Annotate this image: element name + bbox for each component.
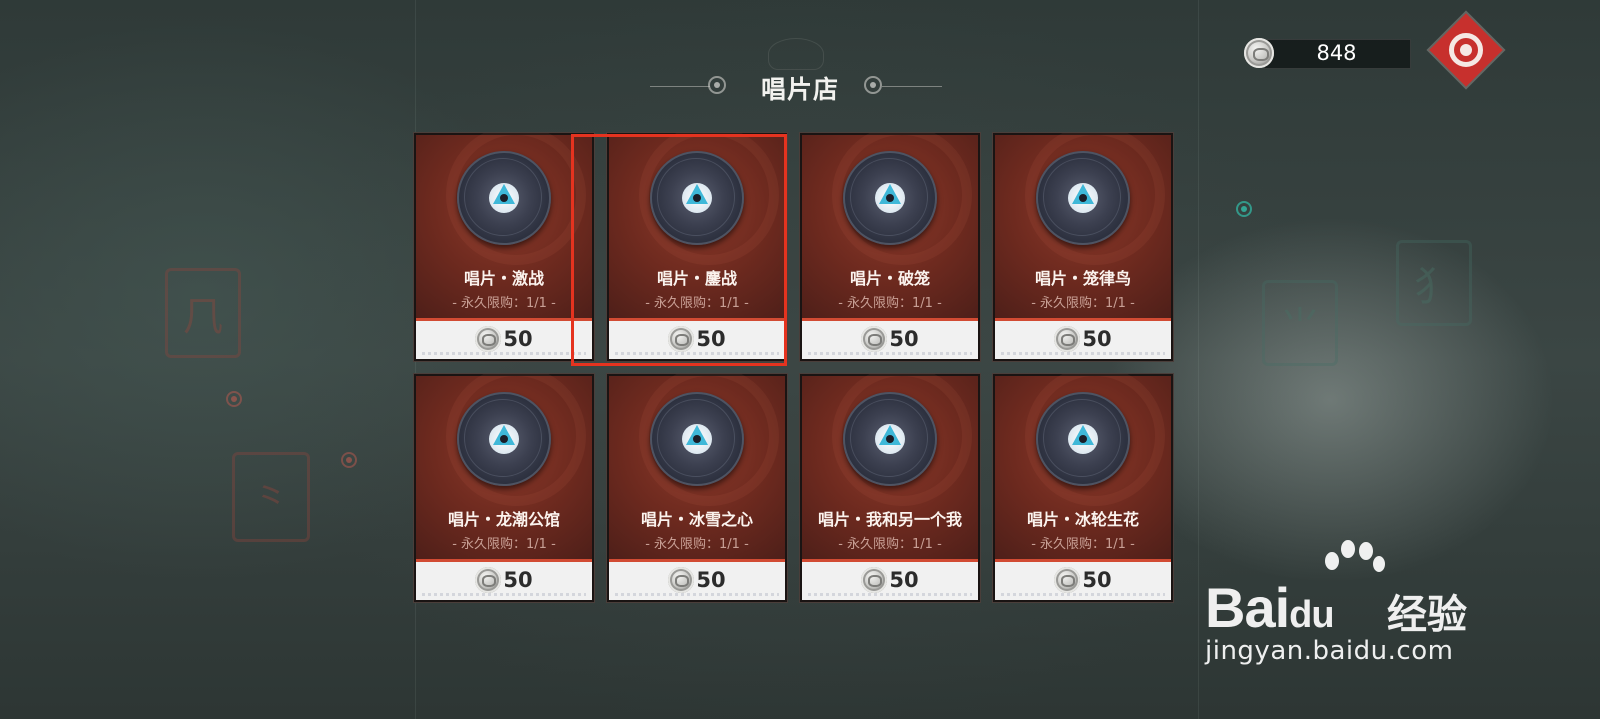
- item-name: 唱片・冰雪之心: [640, 510, 753, 529]
- ring-decoration-icon: [226, 391, 242, 407]
- selection-highlight: [571, 134, 787, 366]
- shop-item-card[interactable]: 唱片・我和另一个我 - 永久限购：1/1 - 50: [799, 373, 981, 603]
- watermark-url: jingyan.baidu.com: [1205, 636, 1454, 666]
- paw-logo-icon: [1317, 540, 1387, 580]
- card-body: 唱片・冰雪之心 - 永久限购：1/1 -: [609, 374, 785, 559]
- shop-title-bar: 唱片店: [650, 62, 942, 112]
- shop-item-card[interactable]: 唱片・笼律鸟 - 永久限购：1/1 - 50: [992, 132, 1174, 362]
- currency-display: 848: [1244, 36, 1414, 70]
- divider: [1198, 0, 1199, 719]
- purchase-limit: - 永久限购：1/1 -: [838, 537, 942, 552]
- card-body: 唱片・激战 - 永久限购：1/1 -: [416, 133, 592, 318]
- price-value: 50: [1082, 327, 1112, 351]
- shop-item-card[interactable]: 唱片・冰轮生花 - 永久限购：1/1 - 50: [992, 373, 1174, 603]
- price-button[interactable]: 50: [995, 559, 1171, 600]
- item-name: 唱片・我和另一个我: [817, 510, 962, 529]
- seal-decoration: ⺇: [165, 268, 241, 358]
- price-button[interactable]: 50: [609, 559, 785, 600]
- item-name: 唱片・笼律鸟: [1034, 269, 1131, 288]
- vinyl-record-icon: [457, 151, 551, 245]
- card-body: 唱片・我和另一个我 - 永久限购：1/1 -: [802, 374, 978, 559]
- price-button[interactable]: 50: [802, 559, 978, 600]
- item-name: 唱片・破笼: [849, 269, 930, 288]
- price-value: 50: [503, 327, 533, 351]
- price-button[interactable]: 50: [416, 559, 592, 600]
- menu-emblem-icon[interactable]: [1449, 33, 1483, 67]
- currency-amount: 848: [1316, 41, 1357, 65]
- shop-item-card[interactable]: 唱片・激战 - 永久限购：1/1 - 50: [413, 132, 595, 362]
- ornament-line: [882, 86, 942, 87]
- silver-coin-icon: [475, 567, 502, 593]
- shop-item-card[interactable]: 唱片・龙潮公馆 - 永久限购：1/1 - 50: [413, 373, 595, 603]
- item-name: 唱片・龙潮公馆: [447, 510, 560, 529]
- ring-decoration-icon: [341, 452, 357, 468]
- ornament-ring-icon: [864, 76, 882, 94]
- seal-decoration: ⺨: [1396, 240, 1472, 326]
- ring-decoration-icon: [1236, 201, 1252, 217]
- card-body: 唱片・龙潮公馆 - 永久限购：1/1 -: [416, 374, 592, 559]
- price-value: 50: [1082, 568, 1112, 592]
- price-button[interactable]: 50: [995, 318, 1171, 359]
- silver-coin-icon: [1054, 567, 1081, 593]
- item-name: 唱片・激战: [463, 269, 544, 288]
- price-value: 50: [889, 568, 919, 592]
- purchase-limit: - 永久限购：1/1 -: [452, 537, 556, 552]
- silver-coin-icon: [861, 326, 888, 352]
- watermark-cn: 经验: [1387, 592, 1467, 638]
- price-button[interactable]: 50: [802, 318, 978, 359]
- price-button[interactable]: 50: [416, 318, 592, 359]
- shop-item-card[interactable]: 唱片・破笼 - 永久限购：1/1 - 50: [799, 132, 981, 362]
- ornament-ring-icon: [708, 76, 726, 94]
- price-value: 50: [889, 327, 919, 351]
- price-value: 50: [503, 568, 533, 592]
- seal-decoration: ⺀: [232, 452, 310, 542]
- purchase-limit: - 永久限购：1/1 -: [452, 296, 556, 311]
- vinyl-record-icon: [650, 392, 744, 486]
- purchase-limit: - 永久限购：1/1 -: [645, 537, 749, 552]
- seal-decoration: ⺌: [1262, 280, 1338, 366]
- page-title: 唱片店: [760, 75, 839, 104]
- card-body: 唱片・冰轮生花 - 永久限购：1/1 -: [995, 374, 1171, 559]
- watermark-logo: Baidu: [1205, 576, 1335, 639]
- silver-coin-icon: [1054, 326, 1081, 352]
- price-value: 50: [696, 568, 726, 592]
- purchase-limit: - 永久限购：1/1 -: [1031, 296, 1135, 311]
- card-body: 唱片・破笼 - 永久限购：1/1 -: [802, 133, 978, 318]
- silver-coin-icon: [668, 567, 695, 593]
- baidu-jingyan-watermark: Baidu 经验 jingyan.baidu.com: [1205, 540, 1495, 690]
- vinyl-record-icon: [1036, 151, 1130, 245]
- purchase-limit: - 永久限购：1/1 -: [1031, 537, 1135, 552]
- card-body: 唱片・笼律鸟 - 永久限购：1/1 -: [995, 133, 1171, 318]
- silver-coin-icon: [861, 567, 888, 593]
- ornament-line: [650, 86, 710, 87]
- item-name: 唱片・冰轮生花: [1026, 510, 1139, 529]
- vinyl-record-icon: [843, 392, 937, 486]
- purchase-limit: - 永久限购：1/1 -: [838, 296, 942, 311]
- vinyl-record-icon: [1036, 392, 1130, 486]
- vinyl-record-icon: [457, 392, 551, 486]
- silver-coin-icon: [475, 326, 502, 352]
- shop-item-card[interactable]: 唱片・冰雪之心 - 永久限购：1/1 - 50: [606, 373, 788, 603]
- vinyl-record-icon: [843, 151, 937, 245]
